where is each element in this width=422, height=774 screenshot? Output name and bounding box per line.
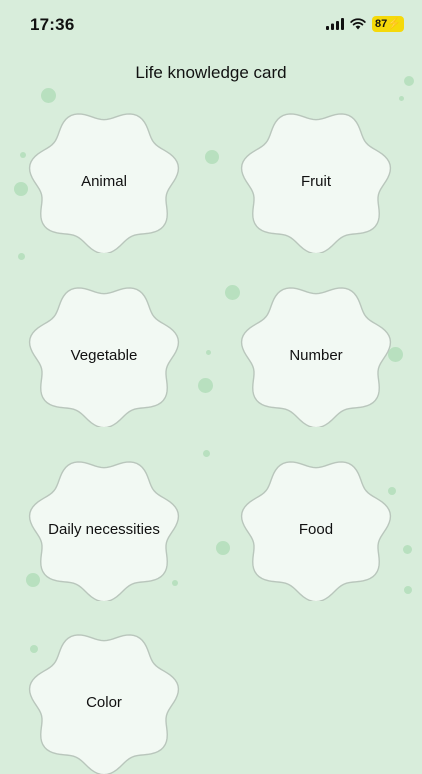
page-title: Life knowledge card — [135, 63, 287, 82]
background-dot — [14, 182, 28, 196]
status-icons: 87⚡ — [326, 16, 404, 32]
battery-level: 87 — [375, 18, 388, 30]
card-vegetable[interactable]: Vegetable — [28, 283, 180, 427]
card-number[interactable]: Number — [240, 283, 392, 427]
status-bar: 17:36 87⚡ — [0, 0, 422, 50]
card-label: Vegetable — [70, 346, 138, 364]
card-label: Food — [298, 520, 334, 538]
card-color[interactable]: Color — [28, 630, 180, 774]
wifi-icon — [350, 18, 366, 30]
background-dot — [41, 88, 56, 103]
card-fruit[interactable]: Fruit — [240, 109, 392, 253]
background-dot — [205, 150, 219, 164]
cellular-signal-icon — [326, 18, 345, 30]
background-dot — [216, 541, 230, 555]
card-food[interactable]: Food — [240, 457, 392, 601]
background-dot — [203, 450, 210, 457]
charging-bolt-icon: ⚡ — [387, 18, 401, 30]
card-daily-necessities[interactable]: Daily necessities — [28, 457, 180, 601]
card-animal[interactable]: Animal — [28, 109, 180, 253]
background-dot — [18, 253, 25, 260]
background-dot — [20, 152, 26, 158]
background-dot — [399, 96, 404, 101]
background-dot — [225, 285, 240, 300]
background-dot — [206, 350, 211, 355]
card-label: Color — [86, 693, 122, 711]
card-label: Daily necessities — [48, 520, 160, 538]
background-dot — [403, 545, 412, 554]
card-label: Animal — [81, 172, 127, 190]
background-dot — [404, 586, 412, 594]
card-label: Fruit — [301, 172, 331, 190]
battery-icon: 87⚡ — [372, 16, 404, 32]
status-time: 17:36 — [30, 15, 75, 34]
background-dot — [404, 76, 414, 86]
card-label: Number — [289, 346, 343, 364]
background-dot — [198, 378, 213, 393]
